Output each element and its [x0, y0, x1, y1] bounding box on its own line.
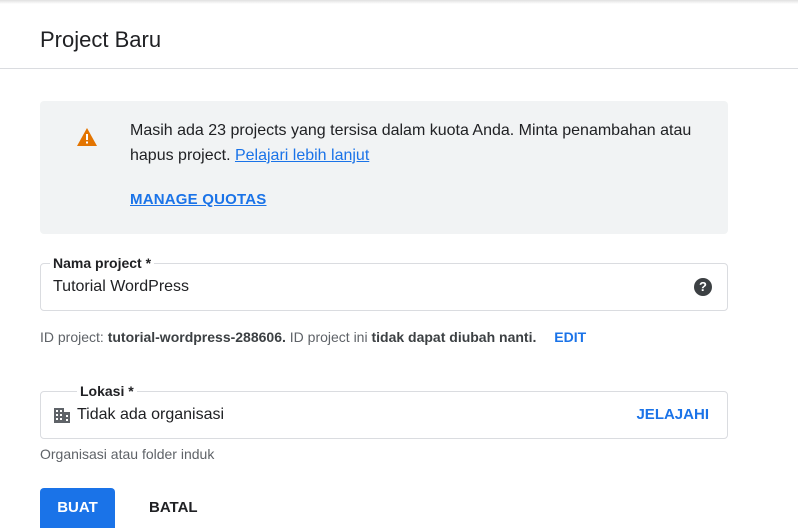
project-id-middle: ID project ini [289, 329, 368, 345]
quota-notice: Masih ada 23 projects yang tersisa dalam… [40, 101, 728, 234]
page-title: Project Baru [40, 27, 162, 52]
project-name-input[interactable] [53, 278, 653, 296]
project-id-value: tutorial-wordpress-288606. [107, 329, 286, 345]
create-button[interactable]: BUAT [40, 488, 115, 528]
top-shadow [0, 0, 798, 4]
project-name-field[interactable]: Nama project * ? [40, 254, 728, 311]
quota-message-text: Masih ada 23 projects yang tersisa dalam… [130, 122, 692, 164]
organization-icon [54, 408, 70, 423]
help-icon[interactable]: ? [694, 278, 712, 296]
location-field[interactable]: Lokasi * Tidak ada organisasi JELAJAHI [40, 382, 728, 439]
location-value: Tidak ada organisasi [77, 406, 225, 423]
cancel-button[interactable]: BATAL [133, 488, 214, 528]
location-label: Lokasi * [77, 382, 137, 400]
edit-project-id-button[interactable]: EDIT [554, 329, 586, 345]
manage-quotas-link[interactable]: MANAGE QUOTAS [130, 191, 267, 208]
warning-icon [77, 128, 97, 146]
title-divider [0, 68, 798, 69]
location-helper-text: Organisasi atau folder induk [40, 446, 215, 462]
project-id-info: ID project: tutorial-wordpress-288606. I… [40, 329, 586, 345]
browse-button[interactable]: JELAJAHI [636, 406, 709, 423]
quota-message: Masih ada 23 projects yang tersisa dalam… [130, 118, 720, 168]
project-name-label: Nama project * [50, 254, 155, 272]
project-id-prefix: ID project: [40, 329, 104, 345]
learn-more-link[interactable]: Pelajari lebih lanjut [235, 147, 369, 164]
project-id-emphasis: tidak dapat diubah nanti. [371, 329, 537, 345]
